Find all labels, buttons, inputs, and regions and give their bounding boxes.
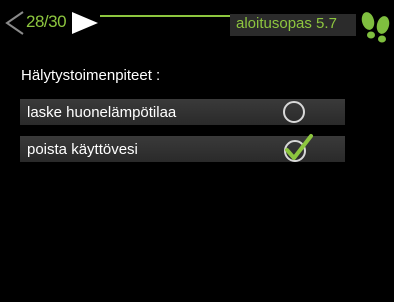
chevron-left-icon[interactable] [4,10,26,36]
alarm-actions-heading: Hälytystoimenpiteet : [21,67,161,84]
option-label: laske huonelämpötilaa [27,104,177,121]
option-lower-room-temperature[interactable]: laske huonelämpötilaa [20,99,345,125]
checkmark-icon[interactable] [278,132,314,164]
option-label: poista käyttövesi [27,141,138,158]
page-counter: 28/30 [26,12,67,31]
radio-unchecked-icon[interactable] [283,101,305,123]
header-bar: 28/30 aloitusopas 5.7 [0,0,394,44]
page-title: aloitusopas 5.7 [236,15,337,32]
option-remove-hot-water[interactable]: poista käyttövesi [20,134,345,162]
footsteps-icon[interactable] [358,10,394,44]
play-right-icon[interactable] [70,10,100,36]
header-divider [100,15,230,17]
